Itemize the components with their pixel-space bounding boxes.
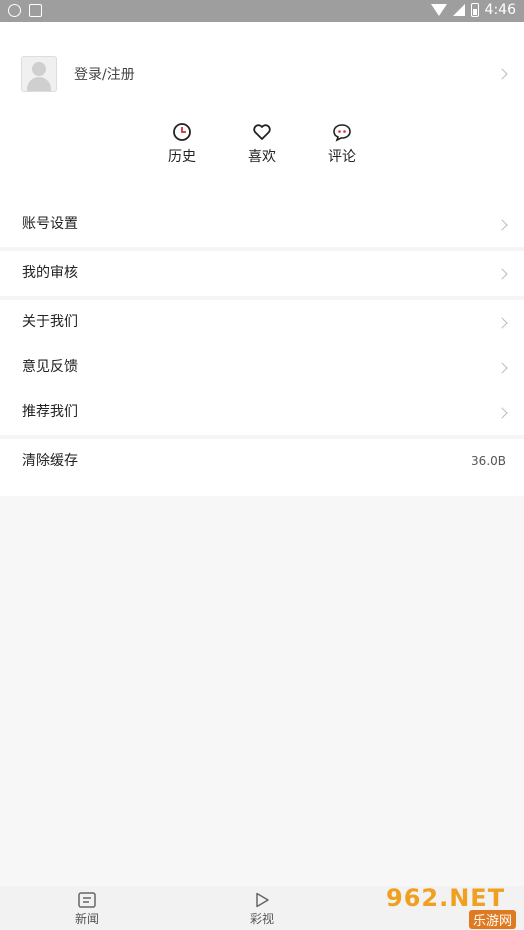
- menu-item-account-settings[interactable]: 账号设置: [0, 202, 524, 247]
- comment-icon: [333, 124, 351, 142]
- avatar[interactable]: [21, 56, 57, 92]
- about-us-label: 关于我们: [22, 314, 78, 330]
- menu-item-my-review[interactable]: 我的审核: [0, 251, 524, 296]
- app-notification-icon: [8, 4, 21, 17]
- tab-news-label: 新闻: [74, 912, 99, 926]
- account-settings-label: 账号设置: [22, 216, 78, 232]
- signal-icon: [452, 4, 465, 16]
- clear-cache-label: 清除缓存: [22, 453, 78, 469]
- watermark-brand: 962.NET: [386, 884, 506, 912]
- likes-label: 喜欢: [248, 149, 276, 165]
- profile-page: 登录/注册 历史 喜欢 评论 账号设置 我的审核 关于我们 意见反馈 推荐我们 …: [0, 22, 524, 496]
- battery-icon: [470, 3, 479, 17]
- news-icon: [78, 892, 96, 908]
- comments-label: 评论: [328, 149, 356, 165]
- alert-notification-icon: [29, 4, 42, 17]
- feedback-label: 意见反馈: [22, 359, 78, 375]
- menu-item-feedback[interactable]: 意见反馈: [0, 345, 524, 390]
- clock-icon: [173, 123, 191, 141]
- tab-video-label: 彩视: [249, 912, 274, 926]
- chevron-right-icon: [496, 362, 508, 374]
- tab-video[interactable]: 彩视: [232, 892, 292, 927]
- menu-item-about-us[interactable]: 关于我们: [0, 300, 524, 345]
- login-row[interactable]: 登录/注册: [0, 22, 524, 126]
- status-time: 4:46: [484, 2, 516, 18]
- history-shortcut[interactable]: 历史: [152, 122, 212, 166]
- chevron-right-icon: [496, 407, 508, 419]
- watermark-logo: 962.NET 乐游网: [386, 884, 516, 929]
- tab-news[interactable]: 新闻: [57, 892, 117, 927]
- recommend-us-label: 推荐我们: [22, 404, 78, 420]
- menu-group-account: 账号设置 我的审核 关于我们 意见反馈 推荐我们 清除缓存 36.0B: [0, 202, 524, 484]
- cache-size-value: 36.0B: [471, 454, 506, 468]
- status-bar: 4:46: [0, 0, 524, 22]
- login-register-link[interactable]: 登录/注册: [74, 64, 135, 84]
- history-label: 历史: [168, 149, 196, 165]
- chevron-right-icon: [496, 219, 508, 231]
- heart-icon: [253, 124, 271, 140]
- wifi-icon: [430, 4, 447, 16]
- chevron-right-icon: [496, 68, 508, 80]
- menu-item-recommend-us[interactable]: 推荐我们: [0, 390, 524, 435]
- chevron-right-icon: [496, 268, 508, 280]
- likes-shortcut[interactable]: 喜欢: [232, 122, 292, 166]
- chevron-right-icon: [496, 317, 508, 329]
- comments-shortcut[interactable]: 评论: [312, 122, 372, 166]
- my-review-label: 我的审核: [22, 265, 78, 281]
- shortcut-row: 历史 喜欢 评论: [0, 122, 524, 172]
- watermark-sub: 乐游网: [468, 910, 516, 929]
- menu-item-clear-cache[interactable]: 清除缓存 36.0B: [0, 439, 524, 484]
- play-icon: [256, 892, 269, 908]
